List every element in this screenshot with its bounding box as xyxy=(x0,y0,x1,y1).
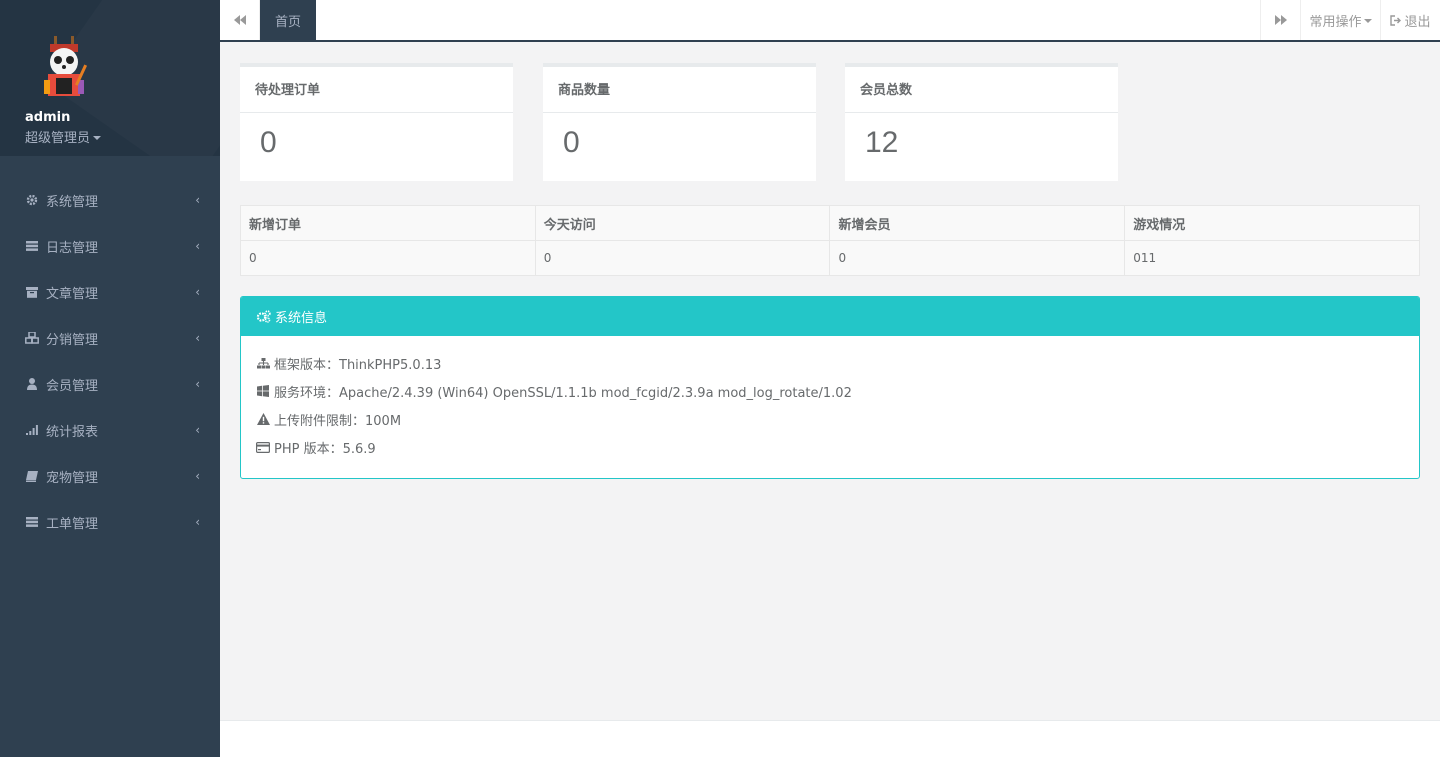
sidebar-item-pets[interactable]: 宠物管理 ‹ xyxy=(0,453,220,499)
chevron-left-icon: ‹ xyxy=(195,377,200,391)
server-icon xyxy=(25,239,39,253)
stat-box-product-count: 商品数量 0 xyxy=(543,63,816,181)
sidebar-item-distribution[interactable]: 分销管理 ‹ xyxy=(0,315,220,361)
profile-role-dropdown[interactable]: 超级管理员 xyxy=(25,127,220,146)
sidebar-item-label: 统计报表 xyxy=(46,424,99,440)
info-line-upload-limit: 上传附件限制：100M xyxy=(256,405,1404,433)
table-cell: 0 xyxy=(829,240,1126,276)
common-operations-label: 常用操作 xyxy=(1309,14,1362,30)
table-header: 新增会员 xyxy=(829,205,1126,241)
credit-card-icon xyxy=(256,440,270,454)
chevron-left-icon: ‹ xyxy=(195,423,200,437)
main-content: 待处理订单 0 商品数量 0 会员总数 12 新增订单 今天访问 新增会员 游戏… xyxy=(220,42,1440,720)
chevron-left-icon: ‹ xyxy=(195,193,200,207)
info-line-text: 框架版本：ThinkPHP5.0.13 xyxy=(274,357,442,373)
tab-scroll-right-button[interactable] xyxy=(1260,0,1300,40)
common-operations-dropdown[interactable]: 常用操作 xyxy=(1300,0,1380,40)
profile-panel: admin 超级管理员 xyxy=(0,0,220,156)
logout-label: 退出 xyxy=(1404,14,1431,30)
windows-icon xyxy=(256,384,270,398)
info-line-php-version: PHP 版本：5.6.9 xyxy=(256,433,1404,461)
stat-box-pending-orders: 待处理订单 0 xyxy=(240,63,513,181)
table-header-row: 新增订单 今天访问 新增会员 游戏情况 xyxy=(240,205,1420,241)
topbar-right-actions: 常用操作 退出 xyxy=(1260,0,1440,40)
avatar[interactable] xyxy=(36,34,92,102)
chevron-left-icon: ‹ xyxy=(195,515,200,529)
archive-icon xyxy=(25,285,39,299)
sidebar-item-system[interactable]: 系统管理 ‹ xyxy=(0,177,220,223)
stat-value: 0 xyxy=(260,126,277,159)
gear-icon xyxy=(25,193,39,207)
table-cell: 0 xyxy=(534,240,831,276)
panel-heading: 系统信息 xyxy=(241,297,1419,336)
table-header: 新增订单 xyxy=(240,205,536,241)
table-cell: 0 xyxy=(240,240,536,276)
sidebar-item-label: 日志管理 xyxy=(46,240,99,256)
chevron-left-icon: ‹ xyxy=(195,285,200,299)
table-row: 0 0 0 011 xyxy=(240,240,1420,276)
sidebar-item-tickets[interactable]: 工单管理 ‹ xyxy=(0,499,220,545)
tab-scroll-left-button[interactable] xyxy=(220,0,260,40)
info-line-text: 服务环境：Apache/2.4.39 (Win64) OpenSSL/1.1.1… xyxy=(274,385,852,401)
table-header: 今天访问 xyxy=(534,205,831,241)
sidebar-item-label: 系统管理 xyxy=(46,194,99,210)
panel-title: 系统信息 xyxy=(275,311,328,326)
table-header: 游戏情况 xyxy=(1124,205,1420,241)
panel-body: 框架版本：ThinkPHP5.0.13 服务环境：Apache/2.4.39 (… xyxy=(241,336,1419,474)
signal-icon xyxy=(25,423,39,437)
info-line-server: 服务环境：Apache/2.4.39 (Win64) OpenSSL/1.1.1… xyxy=(256,377,1404,405)
caret-down-icon xyxy=(93,135,102,140)
double-chevron-right-icon xyxy=(1274,15,1287,25)
sitemap-icon xyxy=(256,356,270,370)
summary-table: 新增订单 今天访问 新增会员 游戏情况 0 0 0 011 xyxy=(240,205,1420,276)
info-line-text: PHP 版本：5.6.9 xyxy=(274,441,376,457)
sidebar-nav: 系统管理 ‹ 日志管理 ‹ 文章管理 ‹ 分销管理 ‹ 会员管理 ‹ 统计报表 … xyxy=(0,177,220,545)
stat-title: 商品数量 xyxy=(543,67,816,113)
user-icon xyxy=(25,377,39,391)
sidebar-item-logs[interactable]: 日志管理 ‹ xyxy=(0,223,220,269)
sidebar-item-members[interactable]: 会员管理 ‹ xyxy=(0,361,220,407)
stat-box-member-total: 会员总数 12 xyxy=(845,63,1118,181)
stat-title: 待处理订单 xyxy=(240,67,513,113)
stat-value: 12 xyxy=(865,126,899,159)
server-icon xyxy=(25,515,39,529)
info-line-text: 上传附件限制：100M xyxy=(274,413,402,429)
sidebar: admin 超级管理员 系统管理 ‹ 日志管理 ‹ 文章管理 ‹ 分销管理 ‹ … xyxy=(0,0,220,757)
tab-home[interactable]: 首页 xyxy=(260,0,316,40)
logout-button[interactable]: 退出 xyxy=(1380,0,1440,40)
double-chevron-left-icon xyxy=(233,15,246,25)
sidebar-item-label: 工单管理 xyxy=(46,516,99,532)
footer xyxy=(220,720,1440,757)
profile-role-label: 超级管理员 xyxy=(25,131,91,146)
profile-name: admin xyxy=(25,110,71,125)
book-icon xyxy=(25,469,39,483)
top-tab-bar: 首页 常用操作 退出 xyxy=(220,0,1440,42)
stat-value: 0 xyxy=(563,126,580,159)
sidebar-item-articles[interactable]: 文章管理 ‹ xyxy=(0,269,220,315)
stat-title: 会员总数 xyxy=(845,67,1118,113)
system-info-panel: 系统信息 框架版本：ThinkPHP5.0.13 服务环境：Apache/2.4… xyxy=(240,296,1420,479)
sidebar-item-label: 会员管理 xyxy=(46,378,99,394)
chevron-left-icon: ‹ xyxy=(195,469,200,483)
cubes-icon xyxy=(25,331,39,345)
info-line-framework: 框架版本：ThinkPHP5.0.13 xyxy=(256,349,1404,377)
sidebar-item-label: 分销管理 xyxy=(46,332,99,348)
table-cell: 011 xyxy=(1124,240,1420,276)
warning-icon xyxy=(256,412,270,426)
cogs-icon xyxy=(256,310,271,323)
sign-out-icon xyxy=(1390,14,1402,26)
sidebar-item-label: 文章管理 xyxy=(46,286,99,302)
chevron-left-icon: ‹ xyxy=(195,239,200,253)
sidebar-item-label: 宠物管理 xyxy=(46,470,99,486)
chevron-left-icon: ‹ xyxy=(195,331,200,345)
sidebar-item-reports[interactable]: 统计报表 ‹ xyxy=(0,407,220,453)
caret-down-icon xyxy=(1363,19,1372,23)
